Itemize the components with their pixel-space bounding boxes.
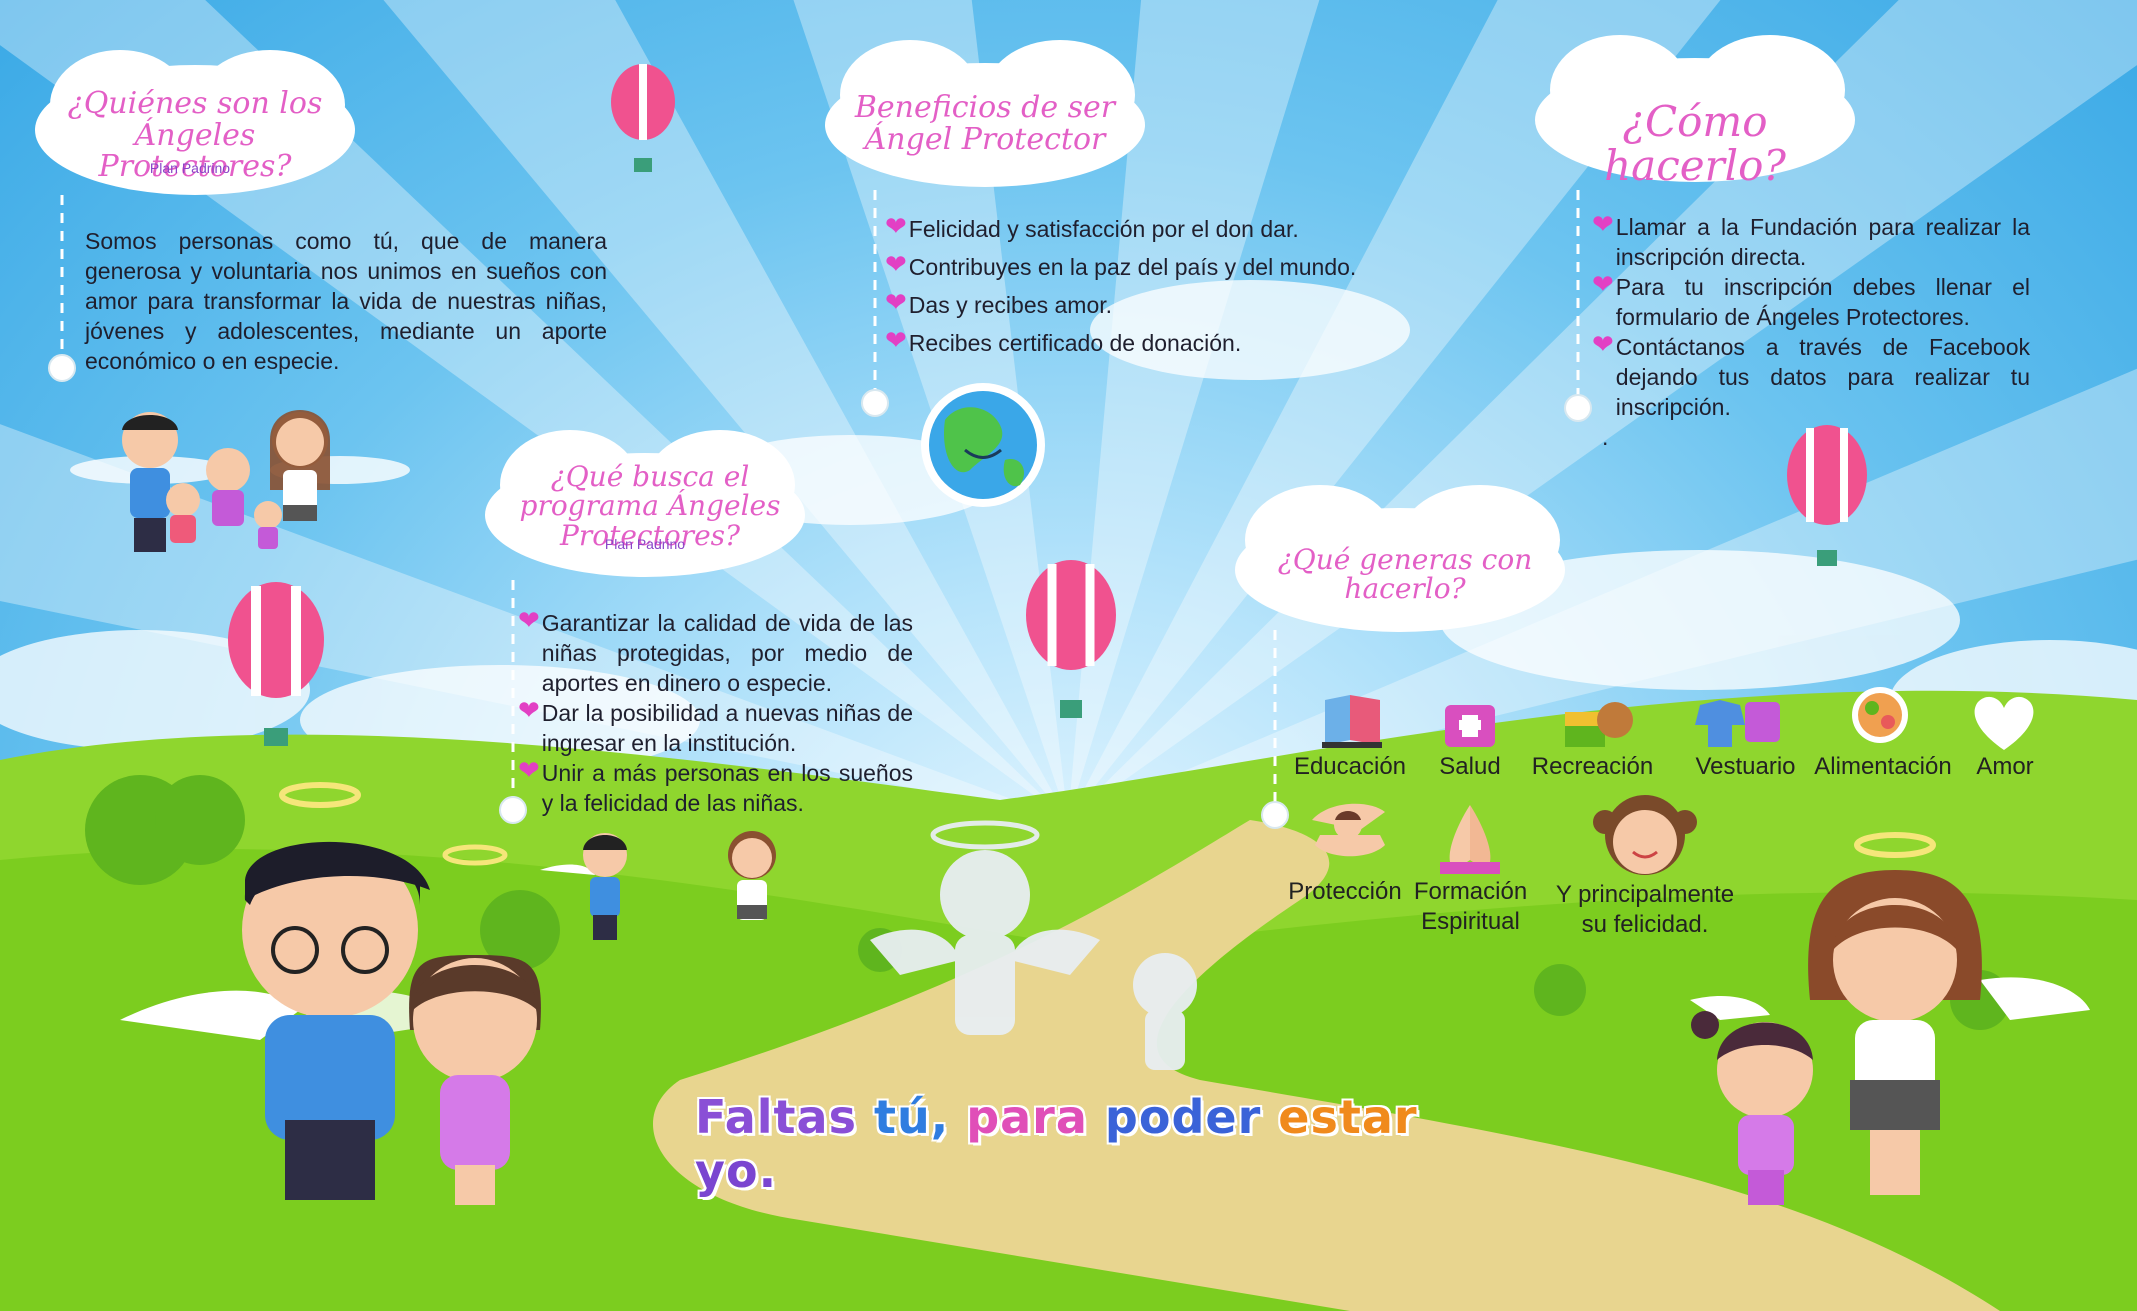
smiling-earth-icon <box>921 383 1045 507</box>
label-vestuario: Vestuario <box>1695 753 1796 780</box>
section-who-subtitle: Plan Padrino <box>149 160 231 176</box>
slogan-word: tú, <box>873 1090 950 1144</box>
list-item: ❤ Felicidad y satisfacción por el don dar… <box>885 212 1299 242</box>
slogan-word: estar <box>1278 1090 1418 1144</box>
section-program-list: ❤ Garantizar la calidad de vida de las ni… <box>518 608 913 818</box>
heart-bullet-icon: ❤ <box>885 326 907 356</box>
label-recreacion: Recreación <box>1531 753 1654 780</box>
list-item: ❤ Contribuyes en la paz del país y del mu… <box>885 250 1357 280</box>
label-amor: Amor <box>1976 753 2034 780</box>
list-item: ❤ Das y recibes amor. <box>885 288 1113 318</box>
list-item: ❤ Para tu inscripción debes llenar el for… <box>1592 270 2030 330</box>
list-item: ❤ Contáctanos a través de Facebook dejand… <box>1592 330 2030 420</box>
slogan-word: poder <box>1104 1090 1262 1144</box>
section-how-list: ❤ Llamar a la Fundación para realizar la … <box>1592 212 2030 452</box>
heart-bullet-icon: ❤ <box>1592 270 1614 300</box>
food-plate-icon <box>1852 687 1908 743</box>
label-alimentacion: Alimentación <box>1814 753 1952 780</box>
list-item: ❤ Dar la posibilidad a nuevas niñas de in… <box>518 696 913 756</box>
heart-bullet-icon: ❤ <box>518 696 540 726</box>
section-program-subtitle: Plan Padrino <box>604 536 686 552</box>
heart-bullet-icon: ❤ <box>885 212 907 242</box>
label-educacion: Educación <box>1293 753 1407 780</box>
section-how-title: ¿Cómo hacerlo? <box>1604 97 1786 191</box>
label-salud: Salud <box>1439 753 1501 780</box>
label-felicidad: Y principalmente su felicidad. <box>1555 881 1735 938</box>
list-item: ❤ Llamar a la Fundación para realizar la … <box>1592 210 2030 270</box>
slogan-word: Faltas <box>695 1090 857 1144</box>
slogan: Faltas tú, para poder estar yo. <box>695 1090 1455 1198</box>
heart-bullet-icon: ❤ <box>885 288 907 318</box>
heart-bullet-icon: ❤ <box>1592 210 1614 240</box>
list-item: ❤ Recibes certificado de donación. <box>885 326 1242 356</box>
list-item: ❤ Garantizar la calidad de vida de las ni… <box>518 606 913 696</box>
heart-bullet-icon: ❤ <box>518 606 540 636</box>
brochure-page: ¿Quiénes son los Ángeles Protectores? Pl… <box>0 0 2137 1311</box>
medical-kit-icon <box>1445 705 1495 747</box>
section-benefits-title: Beneficios de ser Ángel Protector <box>854 90 1116 157</box>
trailing-dot: . <box>1602 424 1609 450</box>
slogan-word: yo. <box>695 1144 778 1198</box>
section-benefits-list: ❤ Felicidad y satisfacción por el don dar… <box>885 214 1405 358</box>
heart-bullet-icon: ❤ <box>518 756 540 786</box>
slogan-word: para <box>966 1090 1088 1144</box>
list-item: ❤ Unir a más personas en los sueños y la … <box>518 756 913 816</box>
section-generate-title: ¿Qué generas con hacerlo? <box>1277 543 1533 606</box>
book-icon <box>1322 695 1382 748</box>
heart-bullet-icon: ❤ <box>885 250 907 280</box>
section-who-text: Somos personas como tú, que de manera ge… <box>85 228 607 374</box>
heart-bullet-icon: ❤ <box>1592 330 1614 360</box>
label-formacion-espiritual: Formación Espiritual <box>1413 878 1528 935</box>
